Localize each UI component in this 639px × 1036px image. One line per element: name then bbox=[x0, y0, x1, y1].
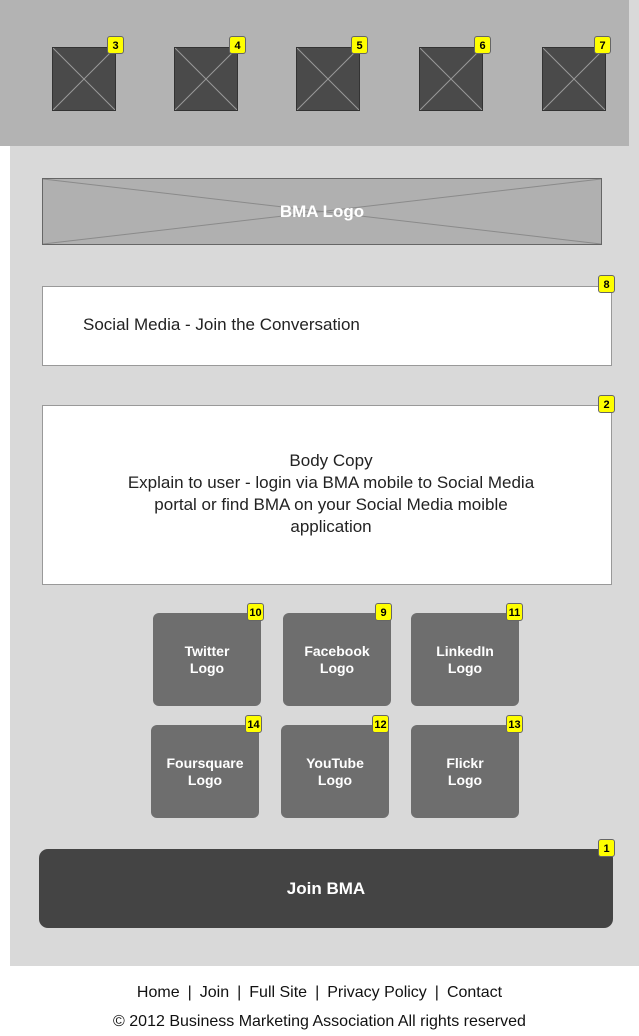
image-placeholder-4[interactable] bbox=[419, 47, 483, 111]
social-media-heading-box: Social Media - Join the Conversation bbox=[42, 286, 612, 366]
tile-label: LinkedIn Logo bbox=[436, 642, 494, 676]
separator: | bbox=[434, 984, 439, 1001]
annotation-badge: 6 bbox=[474, 36, 491, 54]
annotation-badge: 11 bbox=[506, 603, 523, 621]
body-copy-line: portal or find BMA on your Social Media … bbox=[154, 495, 508, 514]
image-placeholder-2[interactable] bbox=[174, 47, 238, 111]
tile-label: YouTube Logo bbox=[306, 754, 364, 788]
annotation-badge: 4 bbox=[229, 36, 246, 54]
image-placeholder-5[interactable] bbox=[542, 47, 606, 111]
annotation-badge: 1 bbox=[598, 839, 615, 857]
tile-label: Flickr Logo bbox=[446, 754, 484, 788]
footer-link-home[interactable]: Home bbox=[137, 984, 180, 1001]
annotation-badge: 3 bbox=[107, 36, 124, 54]
annotation-badge: 7 bbox=[594, 36, 611, 54]
body-copy-line: Explain to user - login via BMA mobile t… bbox=[127, 473, 535, 492]
footer-link-contact[interactable]: Contact bbox=[447, 984, 502, 1001]
youtube-logo-button[interactable]: YouTube Logo bbox=[281, 725, 389, 818]
twitter-logo-button[interactable]: Twitter Logo bbox=[153, 613, 261, 706]
footer-nav: Home | Join | Full Site | Privacy Policy | Conta… bbox=[0, 984, 639, 1002]
bma-logo: BMA Logo bbox=[42, 178, 602, 245]
separator: | bbox=[237, 984, 242, 1001]
footer-link-full-site[interactable]: Full Site bbox=[249, 984, 307, 1001]
logo-label: BMA Logo bbox=[279, 201, 365, 221]
annotation-badge: 2 bbox=[598, 395, 615, 413]
annotation-badge: 10 bbox=[247, 603, 264, 621]
social-media-heading: Social Media - Join the Conversation bbox=[83, 315, 360, 334]
copyright-notice: © 2012 Business Marketing Association Al… bbox=[113, 1013, 526, 1030]
footer-link-join[interactable]: Join bbox=[200, 984, 229, 1001]
annotation-badge: 5 bbox=[351, 36, 368, 54]
foursquare-logo-button[interactable]: Foursquare Logo bbox=[151, 725, 259, 818]
tile-label: Foursquare Logo bbox=[166, 754, 244, 788]
footer-link-privacy-policy[interactable]: Privacy Policy bbox=[327, 984, 427, 1001]
image-placeholder-icon bbox=[53, 48, 115, 110]
annotation-badge: 12 bbox=[372, 715, 389, 733]
tile-label: Facebook Logo bbox=[304, 642, 370, 676]
join-bma-button[interactable]: Join BMA bbox=[39, 849, 613, 928]
image-placeholder-3[interactable] bbox=[296, 47, 360, 111]
flickr-logo-button[interactable]: Flickr Logo bbox=[411, 725, 519, 818]
body-copy-line: application bbox=[290, 517, 372, 536]
body-copy-text: Body Copy Explain to user - login via BM… bbox=[71, 450, 591, 538]
annotation-badge: 14 bbox=[245, 715, 262, 733]
annotation-badge: 9 bbox=[375, 603, 392, 621]
tile-label: Twitter Logo bbox=[184, 642, 230, 676]
image-placeholder-1[interactable] bbox=[52, 47, 116, 111]
body-copy-box: Body Copy Explain to user - login via BM… bbox=[42, 405, 612, 585]
image-placeholder-icon bbox=[297, 48, 359, 110]
separator: | bbox=[315, 984, 320, 1001]
linkedin-logo-button[interactable]: LinkedIn Logo bbox=[411, 613, 519, 706]
image-placeholder-icon bbox=[543, 48, 605, 110]
separator: | bbox=[187, 984, 192, 1001]
body-copy-line: Body Copy bbox=[289, 451, 373, 470]
annotation-badge: 13 bbox=[506, 715, 523, 733]
image-placeholder-icon bbox=[420, 48, 482, 110]
facebook-logo-button[interactable]: Facebook Logo bbox=[283, 613, 391, 706]
annotation-badge: 8 bbox=[598, 275, 615, 293]
image-placeholder-icon bbox=[175, 48, 237, 110]
